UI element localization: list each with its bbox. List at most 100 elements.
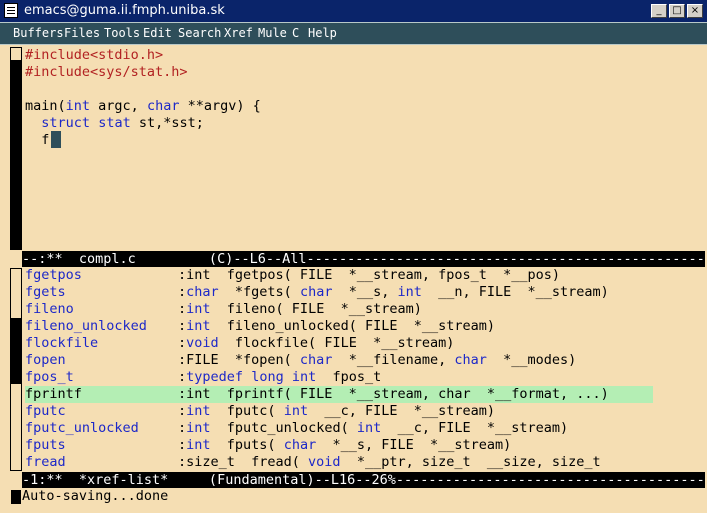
xref-symbol-name[interactable]: fputs (25, 437, 66, 454)
xref-symbol-name[interactable]: fprintf (25, 386, 82, 403)
signature-text: *__s, (332, 284, 398, 300)
signature-text: : (178, 284, 187, 300)
app-icon[interactable] (4, 3, 18, 18)
xref-mode-line[interactable]: -1:** *xref-list* (Fundamental)--L16--26… (22, 472, 705, 488)
xref-symbol-name[interactable]: fpos_t (25, 369, 74, 386)
signature-text: flockfile( FILE *__stream) (218, 335, 455, 351)
signature-text: :int fgetpos( FILE *__stream, fpos_t *__… (178, 267, 561, 283)
xref-row[interactable]: fprintf :int fprintf( FILE *__stream, cha… (25, 386, 653, 403)
xref-symbol-name[interactable]: fgetpos (25, 267, 82, 284)
editor-mode-line[interactable]: --:** compl.c (C)--L6--All--------------… (22, 251, 705, 267)
xref-symbol-name[interactable]: fileno_unlocked (25, 318, 147, 335)
keyword: char (299, 284, 333, 300)
keyword: char (283, 437, 317, 453)
xref-signature: :void flockfile( FILE *__stream) (178, 335, 454, 352)
keyword: char (186, 284, 219, 300)
signature-text: *__ptr, size_t __size, size_t (340, 454, 601, 470)
close-button[interactable]: × (687, 4, 703, 18)
xref-row[interactable]: fgetpos :int fgetpos( FILE *__stream, fpo… (25, 267, 705, 284)
minimize-button[interactable]: _ (651, 4, 667, 18)
keyword: stat (98, 115, 131, 131)
window-title: emacs@guma.ii.fmph.uniba.sk (24, 3, 225, 18)
keyword: int (283, 403, 309, 419)
menu-buffers[interactable]: Buffers (13, 26, 64, 41)
signature-text: fileno_unlocked( FILE *__stream) (210, 318, 496, 334)
signature-text: fileno( FILE *__stream) (210, 301, 422, 317)
menu-xref[interactable]: Xref (224, 26, 253, 41)
xref-row[interactable]: fpos_t:typedef long int fpos_t (25, 369, 705, 386)
keyword: char (146, 98, 180, 114)
keyword: int (356, 420, 382, 436)
signature-text: fputc( (210, 403, 284, 419)
xref-row[interactable]: fgets :char *fgets( char *__s, int __n, F… (25, 284, 705, 301)
code-text: st,*sst; (130, 115, 204, 131)
xref-symbol-name[interactable]: fileno (25, 301, 74, 318)
code-line[interactable]: main(int argc, char **argv) { (25, 98, 261, 115)
signature-text: : (178, 420, 187, 436)
text-cursor (51, 131, 61, 148)
menu-search[interactable]: Search (178, 26, 221, 41)
title-bar[interactable]: emacs@guma.ii.fmph.uniba.sk _ □ × (0, 0, 707, 22)
preprocessor-directive: #include<sys/stat.h> (25, 64, 188, 80)
xref-scrollbar-thumb[interactable] (10, 318, 22, 384)
keyword: char (454, 352, 487, 368)
xref-row[interactable]: fputc_unlocked:int fputc_unlocked( int _… (25, 420, 705, 437)
emacs-window: emacs@guma.ii.fmph.uniba.sk _ □ × Buffer… (0, 0, 707, 513)
xref-symbol-name[interactable]: fputc (25, 403, 66, 420)
signature-text: *__s, FILE *__stream) (316, 437, 512, 453)
xref-signature: :size_t fread( void *__ptr, size_t __siz… (178, 454, 601, 471)
xref-symbol-name[interactable]: fgets (25, 284, 66, 301)
code-line[interactable]: #include<sys/stat.h> (25, 64, 188, 81)
keyword: long (251, 369, 284, 385)
xref-symbol-name[interactable]: flockfile (25, 335, 98, 352)
xref-row[interactable]: fputs:int fputs( char *__s, FILE *__stre… (25, 437, 705, 454)
menu-c[interactable]: C (292, 26, 299, 41)
xref-row[interactable]: fopen :FILE *fopen( char *__filename, cha… (25, 352, 705, 369)
signature-text: : (178, 403, 187, 419)
signature-text: :int fprintf( FILE *__stream, char *__fo… (178, 386, 609, 402)
signature-text: __c, FILE *__stream) (381, 420, 569, 436)
preprocessor-directive: #include<stdio.h> (25, 47, 164, 63)
xref-row[interactable]: fputc:int fputc( int __c, FILE *__stream… (25, 403, 705, 420)
code-line[interactable]: #include<stdio.h> (25, 47, 163, 64)
signature-text: : (178, 369, 187, 385)
keyword: int (397, 284, 422, 300)
code-line[interactable]: struct stat st,*sst; (25, 115, 204, 132)
signature-text (243, 369, 251, 385)
menu-tools[interactable]: Tools (104, 26, 140, 41)
menu-mule[interactable]: Mule (258, 26, 287, 41)
menu-bar: Buffers Files Tools Edit Search Xref Mul… (0, 22, 707, 45)
xref-signature: :FILE *fopen( char *__filename, char *__… (178, 352, 576, 369)
xref-symbol-name[interactable]: fputc_unlocked (25, 420, 139, 437)
code-text: **argv) { (179, 98, 261, 114)
xref-symbol-name[interactable]: fopen (25, 352, 66, 369)
code-line[interactable]: f (25, 132, 49, 149)
xref-signature: :int fileno( FILE *__stream) (178, 301, 422, 318)
maximize-button[interactable]: □ (669, 4, 685, 18)
signature-text: *__modes) (486, 352, 577, 368)
xref-row[interactable]: flockfile :void flockfile( FILE *__stream… (25, 335, 705, 352)
menu-edit[interactable]: Edit (143, 26, 172, 41)
xref-signature: :int fileno_unlocked( FILE *__stream) (178, 318, 495, 335)
signature-text: __c, FILE *__stream) (308, 403, 496, 419)
xref-signature: :int fputc( int __c, FILE *__stream) (178, 403, 495, 420)
xref-row[interactable]: fileno_unlocked :int fileno_unlocked( FIL… (25, 318, 705, 335)
xref-signature: :int fgetpos( FILE *__stream, fpos_t *__… (178, 267, 560, 284)
code-text: main( (25, 98, 66, 114)
xref-row[interactable]: fileno :int fileno( FILE *__stream) (25, 301, 705, 318)
signature-text: fpos_t (316, 369, 382, 385)
signature-text: :size_t fread( (178, 454, 309, 470)
xref-signature: :int fputc_unlocked( int __c, FILE *__st… (178, 420, 568, 437)
signature-text: *fgets( (218, 284, 300, 300)
keyword: void (186, 335, 219, 351)
xref-signature: :char *fgets( char *__s, int __n, FILE *… (178, 284, 609, 301)
editor-scrollbar-thumb[interactable] (10, 60, 22, 250)
xref-symbol-name[interactable]: fread (25, 454, 66, 471)
xref-row[interactable]: fread :size_t fread( void *__ptr, size_t … (25, 454, 705, 471)
keyword: void (308, 454, 341, 470)
minibuffer[interactable]: Auto-saving...done (22, 488, 168, 505)
menu-files[interactable]: Files (64, 26, 100, 41)
menu-help[interactable]: Help (308, 26, 337, 41)
